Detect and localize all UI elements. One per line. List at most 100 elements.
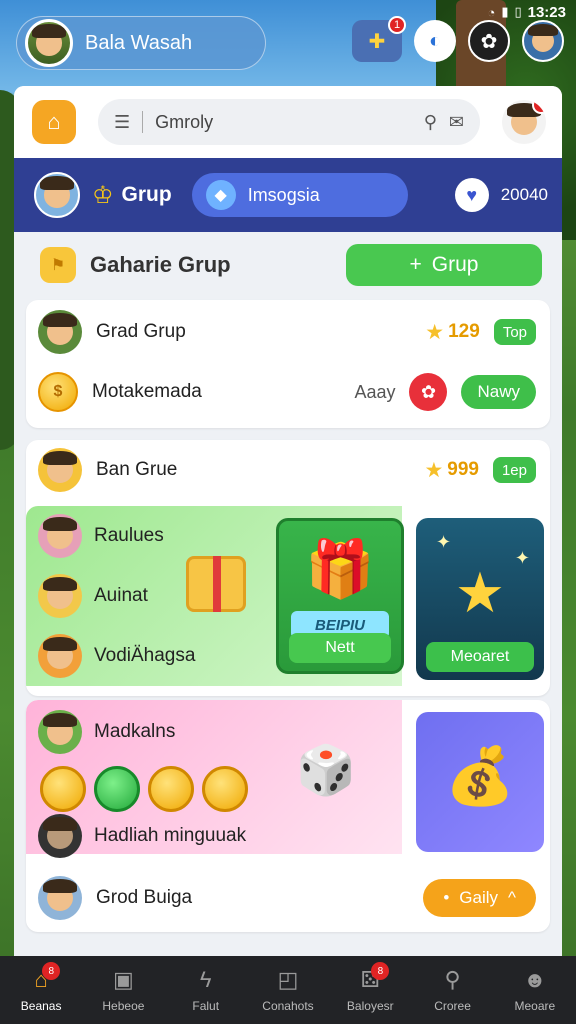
list-item[interactable]: Ban Grue ★ 999 1ep bbox=[26, 440, 550, 500]
reward-tile-blue[interactable]: ★ ✦ ✦ Meoaret bbox=[416, 518, 544, 680]
promo-avatar bbox=[38, 710, 82, 754]
person-icon: ☻ bbox=[523, 967, 547, 992]
star-score: ★ 129 bbox=[425, 320, 480, 345]
sparkle-icon: ✦ bbox=[436, 532, 452, 552]
wifi-icon: ◔ bbox=[487, 4, 496, 20]
chat-icon: ◆ bbox=[205, 180, 236, 210]
list-item[interactable]: Grod Buiga • Gaily ^ bbox=[26, 868, 550, 928]
promo-item[interactable]: Auinat bbox=[38, 574, 148, 618]
promo-item[interactable]: VodiÄhagsa bbox=[38, 634, 195, 678]
promo-item-label: Auinat bbox=[94, 585, 148, 606]
promo-avatar bbox=[38, 634, 82, 678]
group-card-2: Ban Grue ★ 999 1ep Raulues Auinat VodiÄh… bbox=[26, 440, 550, 696]
coin-icon bbox=[148, 766, 194, 812]
coin-stack-icon: 💰 bbox=[445, 744, 515, 808]
crown-icon: ♔ bbox=[92, 181, 114, 209]
promo-title: Madkalns bbox=[94, 721, 176, 742]
lightning-icon: ϟ bbox=[199, 967, 212, 992]
group-icon: ⚑ bbox=[40, 247, 76, 283]
user-avatar-icon[interactable] bbox=[522, 20, 564, 62]
promo-bottom-label: Hadliah minguuak bbox=[94, 825, 247, 846]
nav-home[interactable]: ⌂ Beanas 8 bbox=[0, 956, 82, 1024]
profile-pill[interactable]: Bala Wasah bbox=[16, 16, 266, 70]
nav-badge: 8 bbox=[42, 962, 61, 980]
search-user-avatar[interactable]: ! bbox=[502, 100, 546, 144]
row-label: Ban Grue bbox=[96, 459, 178, 480]
drop-icon[interactable]: ◐ bbox=[414, 20, 456, 62]
star-score-value: 129 bbox=[448, 321, 480, 342]
nav-label: Hebeoe bbox=[102, 999, 145, 1013]
tab-messages-label: Imsogsia bbox=[247, 184, 320, 205]
coin-green-icon bbox=[94, 766, 140, 812]
mail-icon[interactable]: ✉ bbox=[449, 112, 464, 133]
rank-chip[interactable]: Top bbox=[493, 319, 536, 345]
star-icon: ★ bbox=[424, 458, 444, 482]
nav-chat[interactable]: ◰ Conahots bbox=[247, 956, 329, 1024]
nav-search[interactable]: ⚲ Croree bbox=[411, 956, 493, 1024]
tab-grup[interactable]: ♔ Grup bbox=[92, 181, 172, 210]
profile-name: Bala Wasah bbox=[85, 31, 193, 54]
action-button[interactable]: Nawy bbox=[461, 375, 536, 409]
treasure-chest-icon: 🎁 bbox=[305, 537, 375, 600]
group-header: ⚑ Gaharie Grup + Grup bbox=[14, 232, 562, 298]
search-icon[interactable]: ⚲ bbox=[424, 112, 437, 133]
nav-badge: 8 bbox=[371, 962, 390, 980]
nav-profile[interactable]: ☻ Meoare bbox=[494, 956, 576, 1024]
gift-badge: 1 bbox=[388, 16, 406, 34]
nav-label: Baloyesr bbox=[346, 999, 394, 1013]
group-title: Gaharie Grup bbox=[90, 252, 231, 277]
plus-icon: + bbox=[409, 253, 422, 276]
search-icon: ⚲ bbox=[444, 967, 461, 992]
add-group-button[interactable]: + Grup bbox=[346, 244, 542, 286]
tab-likes[interactable]: ♥ 20040 bbox=[454, 178, 548, 212]
coin-icon bbox=[202, 766, 248, 812]
nav-shop[interactable]: ▣ Hebeoe bbox=[82, 956, 164, 1024]
home-icon[interactable]: ⌂ bbox=[32, 100, 76, 144]
daily-button[interactable]: • Gaily ^ bbox=[423, 879, 536, 917]
tab-messages[interactable]: ◆ Imsogsia bbox=[191, 173, 408, 217]
gamepad-icon[interactable]: ✿ bbox=[468, 20, 510, 62]
promo-item[interactable]: Hadliah minguuak bbox=[38, 814, 246, 858]
gift-icon[interactable]: ✚ 1 bbox=[352, 16, 406, 62]
search-divider bbox=[142, 111, 144, 133]
daily-button-label: Gaily bbox=[459, 888, 499, 907]
nav-flash[interactable]: ϟ Falut bbox=[165, 956, 247, 1024]
nav-games[interactable]: ⚄ Baloyesr 8 bbox=[329, 956, 411, 1024]
add-group-label: Grup bbox=[431, 253, 479, 276]
row-avatar bbox=[38, 448, 82, 492]
promo-avatar bbox=[38, 814, 82, 858]
chat-icon: ◰ bbox=[277, 967, 299, 992]
star-score-value: 999 bbox=[447, 459, 479, 480]
rank-chip[interactable]: 1ep bbox=[492, 457, 536, 483]
row-label: Grad Grup bbox=[96, 321, 186, 342]
search-placeholder: Gmroly bbox=[155, 111, 214, 132]
reward-tile-violet[interactable]: 💰 bbox=[416, 712, 544, 852]
list-item[interactable]: Grad Grup ★ 129 Top bbox=[26, 302, 550, 362]
reward-tile-button[interactable]: Nett bbox=[289, 633, 391, 663]
tab-bar: ♔ Grup ◆ Imsogsia ♥ 20040 bbox=[14, 158, 562, 232]
tab-grup-label: Grup bbox=[121, 183, 172, 206]
search-input[interactable]: ☰ Gmroly ⚲ ✉ bbox=[98, 99, 480, 145]
profile-avatar[interactable] bbox=[25, 19, 73, 67]
battery-icon: ▯ bbox=[514, 4, 522, 19]
filter-icon[interactable]: ☰ bbox=[114, 112, 130, 133]
row-avatar bbox=[38, 876, 82, 920]
signal-icon: ▮ bbox=[501, 4, 509, 19]
shop-icon: ▣ bbox=[113, 967, 134, 992]
promo-item[interactable]: Raulues bbox=[38, 514, 164, 558]
row-label: Grod Buiga bbox=[96, 887, 193, 908]
sparkle-icon: ✦ bbox=[514, 548, 530, 568]
promo-item[interactable]: Madkalns bbox=[38, 710, 175, 754]
tab-avatar[interactable] bbox=[34, 172, 80, 218]
reward-tile-button[interactable]: Meoaret bbox=[426, 642, 534, 672]
gift-badge-icon[interactable]: ✿ bbox=[409, 373, 448, 411]
promo-avatar bbox=[38, 574, 82, 618]
list-item[interactable]: $ Motakemada Aaay ✿ Nawy bbox=[26, 362, 550, 422]
nav-label: Meoare bbox=[514, 999, 556, 1013]
reward-tile-green[interactable]: 🎁 BEIPIU Nett bbox=[276, 518, 404, 674]
mystery-box-icon: 🎲 bbox=[296, 744, 356, 798]
promo-avatar bbox=[38, 514, 82, 558]
star-score: ★ 999 bbox=[424, 458, 479, 483]
nav-label: Falut bbox=[192, 999, 220, 1013]
coin-icon bbox=[40, 766, 86, 812]
